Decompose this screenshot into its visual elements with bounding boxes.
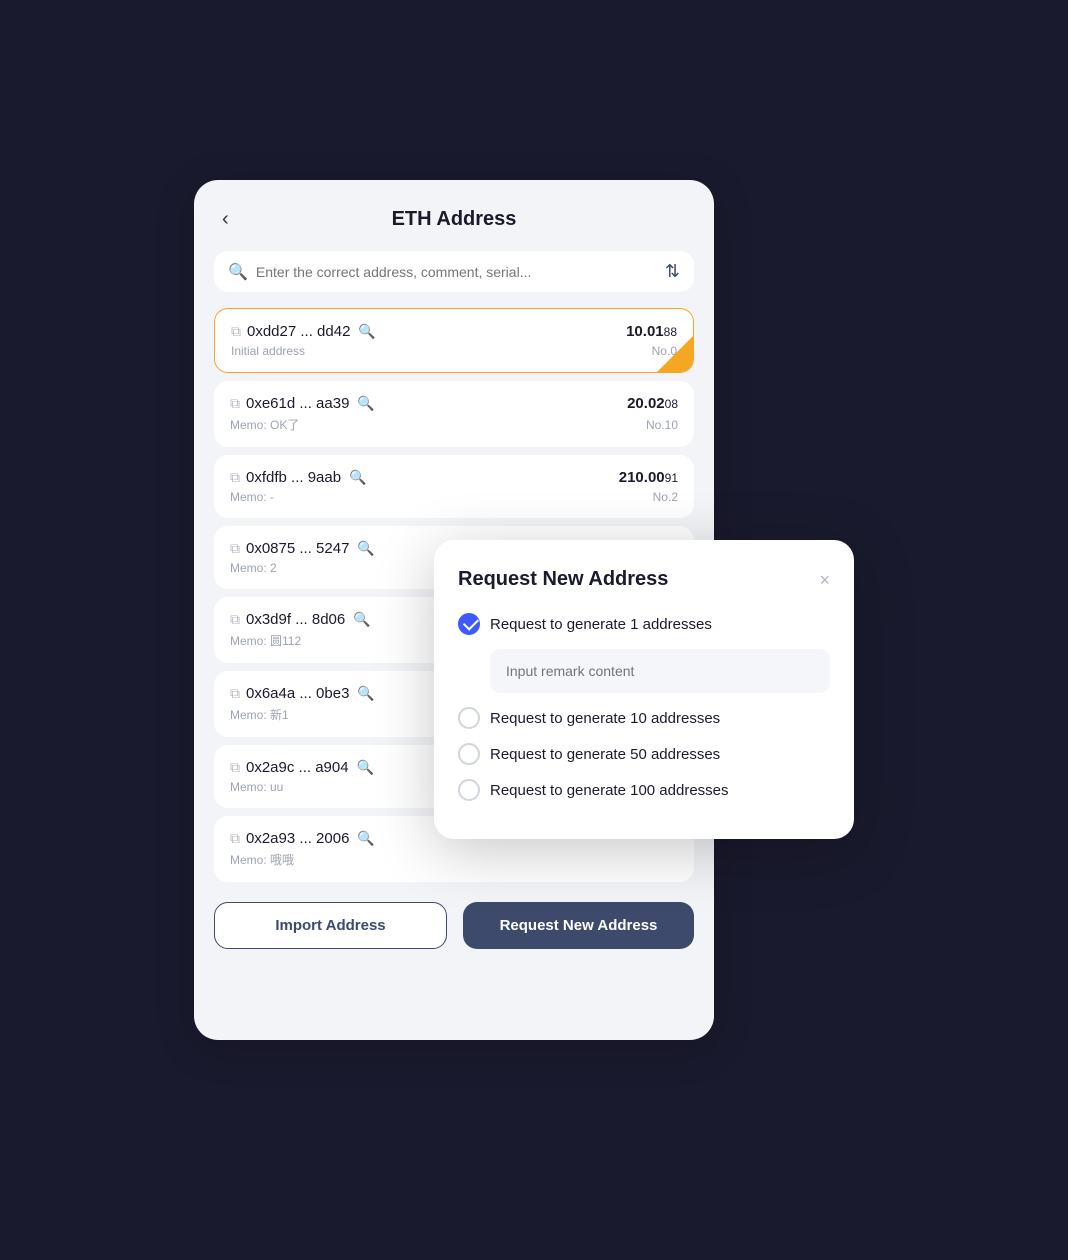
radio-label: Request to generate 10 addresses [490,710,720,727]
address-left: ⧉ 0xfdfb ... 9aab 🔍 [230,469,367,486]
copy-icon[interactable]: ⧉ [230,395,240,412]
address-row: ⧉ 0xfdfb ... 9aab 🔍 210.0091 [230,469,678,486]
address-text: 0x6a4a ... 0be3 [246,685,349,702]
copy-icon[interactable]: ⧉ [231,323,241,340]
address-text: 0xdd27 ... dd42 [247,323,350,340]
search-address-icon[interactable]: 🔍 [357,759,374,776]
footer-buttons: Import Address Request New Address [214,902,694,949]
radio-label: Request to generate 100 addresses [490,782,729,799]
address-number: No.10 [646,418,678,432]
memo-text: Memo: 哦哦 [230,851,294,868]
search-address-icon[interactable]: 🔍 [357,540,374,557]
address-text: 0x2a93 ... 2006 [246,830,349,847]
request-address-modal: Request New Address × Request to generat… [434,540,854,839]
modal-header: Request New Address × [458,568,830,591]
address-item[interactable]: ⧉ 0xfdfb ... 9aab 🔍 210.0091 Memo: - No.… [214,455,694,518]
header: ‹ ETH Address [214,208,694,231]
address-footer: Memo: OK了 No.10 [230,416,678,433]
address-left: ⧉ 0xdd27 ... dd42 🔍 [231,323,376,340]
memo-text: Memo: - [230,490,274,504]
address-item[interactable]: ⧉ 0xdd27 ... dd42 🔍 10.0188 Initial addr… [214,308,694,373]
filter-icon[interactable]: ⇅ [665,261,680,282]
copy-icon[interactable]: ⧉ [230,759,240,776]
radio-button[interactable] [458,743,480,765]
copy-icon[interactable]: ⧉ [230,611,240,628]
address-row: ⧉ 0xe61d ... aa39 🔍 20.0208 [230,395,678,412]
modal-title: Request New Address [458,568,668,591]
search-address-icon[interactable]: 🔍 [353,611,370,628]
address-left: ⧉ 0x3d9f ... 8d06 🔍 [230,611,371,628]
memo-text: Memo: 圆112 [230,632,301,649]
address-text: 0x0875 ... 5247 [246,540,349,557]
address-left: ⧉ 0x0875 ... 5247 🔍 [230,540,375,557]
radio-label: Request to generate 50 addresses [490,746,720,763]
close-modal-button[interactable]: × [819,571,830,589]
memo-text: Memo: 2 [230,561,277,575]
address-text: 0x3d9f ... 8d06 [246,611,345,628]
address-footer: Memo: 哦哦 [230,851,678,868]
memo-text: Initial address [231,344,305,358]
radio-option[interactable]: Request to generate 10 addresses [458,707,830,729]
radio-button[interactable] [458,707,480,729]
back-button[interactable]: ‹ [214,204,237,235]
page-title: ETH Address [392,208,517,231]
address-text: 0xe61d ... aa39 [246,395,349,412]
address-left: ⧉ 0x2a9c ... a904 🔍 [230,759,374,776]
address-footer: Initial address No.0 [231,344,677,358]
search-address-icon[interactable]: 🔍 [357,685,374,702]
copy-icon[interactable]: ⧉ [230,540,240,557]
screen-container: ‹ ETH Address 🔍 ⇅ ⧉ 0xdd27 ... dd42 🔍 10… [194,180,874,1080]
import-address-button[interactable]: Import Address [214,902,447,949]
address-text: 0xfdfb ... 9aab [246,469,341,486]
copy-icon[interactable]: ⧉ [230,469,240,486]
request-new-address-button[interactable]: Request New Address [463,902,694,949]
search-bar: 🔍 ⇅ [214,251,694,292]
copy-icon[interactable]: ⧉ [230,830,240,847]
memo-text: Memo: uu [230,780,283,794]
search-address-icon[interactable]: 🔍 [358,323,375,340]
search-icon: 🔍 [228,262,248,282]
active-corner-badge [657,336,693,372]
amount: 20.0208 [627,395,678,412]
search-address-icon[interactable]: 🔍 [357,395,374,412]
radio-option[interactable]: Request to generate 50 addresses [458,743,830,765]
memo-text: Memo: 新1 [230,706,289,723]
radio-option[interactable]: Request to generate 100 addresses [458,779,830,801]
address-row: ⧉ 0xdd27 ... dd42 🔍 10.0188 [231,323,677,340]
address-left: ⧉ 0xe61d ... aa39 🔍 [230,395,375,412]
modal-options: Request to generate 1 addresses Request … [458,613,830,801]
memo-text: Memo: OK了 [230,416,299,433]
search-address-icon[interactable]: 🔍 [349,469,366,486]
radio-label: Request to generate 1 addresses [490,616,712,633]
amount: 210.0091 [619,469,678,486]
radio-button[interactable] [458,613,480,635]
search-input[interactable] [256,264,657,280]
address-item[interactable]: ⧉ 0xe61d ... aa39 🔍 20.0208 Memo: OK了 No… [214,381,694,447]
remark-input[interactable] [490,649,830,693]
radio-button[interactable] [458,779,480,801]
address-footer: Memo: - No.2 [230,490,678,504]
radio-option[interactable]: Request to generate 1 addresses [458,613,830,635]
address-number: No.2 [653,490,678,504]
address-left: ⧉ 0x2a93 ... 2006 🔍 [230,830,375,847]
search-address-icon[interactable]: 🔍 [357,830,374,847]
address-text: 0x2a9c ... a904 [246,759,349,776]
copy-icon[interactable]: ⧉ [230,685,240,702]
address-left: ⧉ 0x6a4a ... 0be3 🔍 [230,685,375,702]
